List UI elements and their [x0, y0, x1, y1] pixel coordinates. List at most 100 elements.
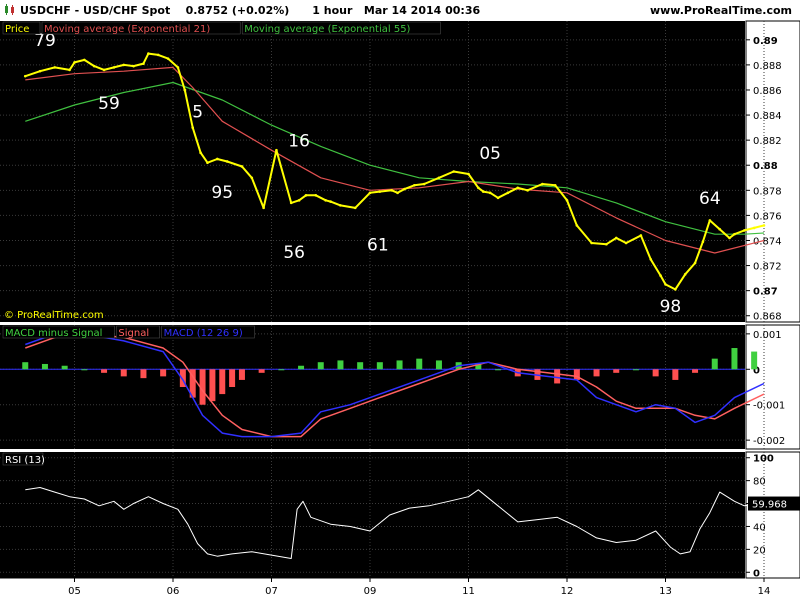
price-point — [38, 69, 42, 73]
price-point — [614, 236, 618, 240]
price-annotation: 05 — [479, 144, 501, 164]
x-tick-label: 09 — [364, 586, 377, 597]
rsi-legend-entry: RSI (13) — [5, 455, 45, 466]
macd-histogram-bar — [731, 348, 738, 370]
price-tick-label: 0.872 — [753, 262, 782, 273]
x-tick-label: 07 — [265, 586, 278, 597]
price-point — [289, 201, 293, 205]
x-tick-label: 06 — [167, 586, 180, 597]
price-tick-label: 0.878 — [753, 186, 782, 197]
x-tick-label: 14 — [758, 586, 771, 597]
macd-histogram-bar — [593, 369, 600, 377]
price-point — [191, 126, 194, 129]
rsi-tick-label: 20 — [753, 545, 766, 556]
macd-histogram-bar — [61, 365, 68, 370]
macd-histogram-bar — [672, 369, 679, 380]
price-point — [526, 189, 529, 192]
macd-histogram-bar — [219, 369, 226, 395]
price-annotation: 98 — [660, 297, 682, 317]
price-point — [275, 148, 278, 152]
price-point — [752, 226, 756, 230]
macd-histogram-bar — [229, 369, 236, 387]
price-point — [575, 224, 579, 227]
price-point — [216, 157, 219, 161]
price-point — [553, 183, 557, 187]
price-legend-entry: Moving average (Exponential 21) — [44, 24, 210, 35]
price-point — [339, 204, 342, 207]
price-point — [437, 176, 441, 180]
rsi-axis-strip — [745, 451, 800, 579]
price-point — [166, 57, 170, 60]
macd-histogram-bar — [140, 369, 147, 379]
price-annotation: 64 — [699, 189, 721, 209]
price-point — [199, 151, 202, 154]
price-point — [674, 288, 677, 291]
price-point — [23, 74, 27, 78]
macd-histogram-bar — [81, 369, 88, 371]
macd-histogram-bar — [376, 362, 383, 370]
price-annotation: 16 — [288, 131, 310, 151]
price-tick-label: 0.868 — [753, 312, 782, 323]
price-annotation: 5 — [192, 103, 203, 123]
price-point — [378, 190, 382, 193]
price-point — [225, 160, 229, 163]
watermark: © ProRealTime.com — [4, 310, 104, 321]
price-point — [132, 64, 135, 68]
macd-histogram-bar — [337, 360, 344, 370]
price-point — [743, 229, 746, 232]
price-point — [762, 224, 766, 227]
price-point — [565, 199, 569, 202]
price-annotation: 56 — [283, 243, 305, 263]
macd-tick-label: -0.001 — [753, 401, 785, 412]
rsi-tick-label: 100 — [753, 454, 774, 465]
price-point — [92, 64, 96, 68]
macd-legend-entry: Signal — [118, 328, 149, 339]
price-point — [590, 241, 593, 245]
price-point — [477, 186, 480, 190]
price-point — [329, 200, 332, 203]
macd-panel-background — [0, 325, 745, 449]
price-point — [147, 52, 150, 55]
x-tick-label: 05 — [68, 586, 81, 597]
price-point — [176, 66, 180, 69]
price-annotation: 59 — [98, 94, 120, 114]
price-point — [102, 68, 106, 72]
price-point — [683, 273, 687, 276]
price-point — [314, 194, 318, 197]
price-point — [183, 88, 187, 92]
price-point — [390, 189, 393, 192]
macd-histogram-bar — [632, 369, 639, 371]
price-tick-label: 0.888 — [753, 61, 782, 72]
price-point — [452, 170, 456, 173]
price-point — [206, 161, 209, 165]
macd-histogram-bar — [41, 363, 48, 370]
macd-tick-label: -0.002 — [753, 436, 785, 447]
price-legend-entry: Moving average (Exponential 55) — [244, 24, 410, 35]
x-tick-label: 11 — [462, 586, 475, 597]
macd-histogram-bar — [751, 351, 758, 370]
rsi-tick-label: 0 — [753, 568, 760, 579]
price-point — [516, 186, 520, 190]
macd-histogram-bar — [692, 369, 699, 373]
price-tick-label: 0.882 — [753, 136, 782, 147]
price-point — [142, 62, 145, 65]
price-tick-label: 0.89 — [753, 36, 778, 47]
price-point — [396, 191, 399, 195]
macd-legend-entry: MACD (12 26 9) — [164, 328, 243, 339]
macd-histogram-bar — [120, 369, 127, 377]
macd-histogram-bar — [101, 369, 108, 373]
macd-axis-strip — [745, 324, 800, 450]
macd-histogram-bar — [258, 369, 265, 373]
price-point — [693, 261, 697, 265]
macd-histogram-bar — [160, 369, 167, 377]
price-point — [73, 61, 76, 64]
macd-histogram-bar — [711, 358, 718, 370]
price-point — [481, 190, 485, 193]
macd-histogram-bar — [278, 369, 285, 371]
price-point — [506, 191, 510, 195]
macd-histogram-bar — [209, 369, 216, 402]
macd-histogram-bar — [613, 369, 620, 373]
price-point — [422, 182, 426, 186]
price-point — [413, 183, 416, 187]
macd-histogram-bar — [652, 369, 659, 377]
